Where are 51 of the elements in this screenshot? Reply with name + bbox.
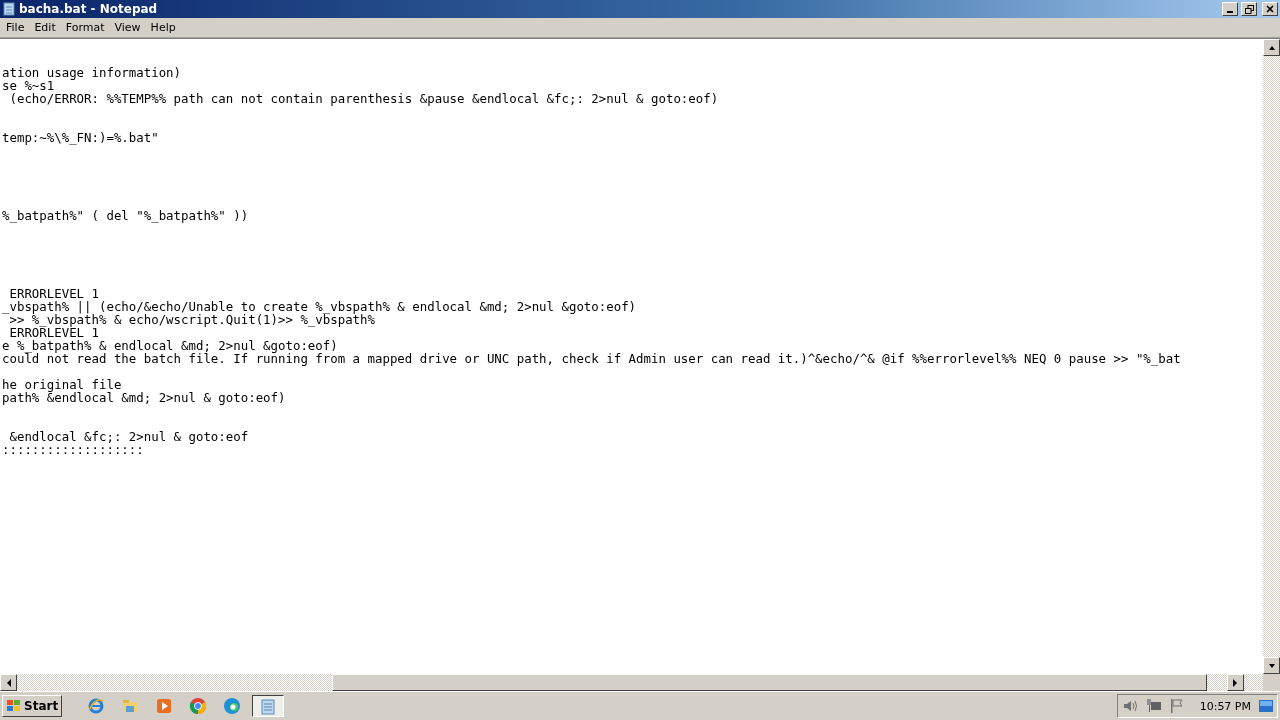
window-title: bacha.bat - Notepad xyxy=(19,2,159,16)
minimize-button[interactable] xyxy=(1222,2,1238,16)
notepad-icon xyxy=(259,697,278,715)
start-button[interactable]: Start xyxy=(2,695,63,717)
code-line: %_batpath%" ( del "%_batpath%" )) xyxy=(1,209,250,222)
menu-item[interactable]: Edit xyxy=(29,21,61,34)
code-line: ERRORLEVEL 1 xyxy=(8,287,100,300)
left-arrow-icon xyxy=(5,678,12,687)
menu-item[interactable]: Help xyxy=(145,21,181,34)
close-icon xyxy=(1266,5,1274,13)
code-line: _vbspath% || (echo/&echo/Unable to create %_vbspath% & endlocal &md; 2>nul &goto:eof) xyxy=(1,300,638,313)
scroll-down-button[interactable] xyxy=(1263,657,1280,674)
scroll-right-button[interactable] xyxy=(1226,674,1244,691)
code-line: (echo/ERROR: %%TEMP%% path can not contain parenthesis &pause &endlocal &fc;: 2>nul & goto:eof) xyxy=(8,92,720,105)
code-line: could not read the batch file. If running from a mapped drive or UNC path, check if Admin user can read it.)^&echo/^& @if %%errorlevel%% NEQ 0 pause >> "%_bat xyxy=(1,352,1182,365)
menu-item[interactable]: Format xyxy=(60,21,110,34)
flag-icon[interactable] xyxy=(1169,699,1184,713)
scroll-thumb[interactable] xyxy=(332,674,1207,691)
windows-logo-icon xyxy=(6,699,22,713)
code-line: he original file xyxy=(1,378,122,391)
network-icon[interactable] xyxy=(1145,699,1162,713)
close-button[interactable] xyxy=(1262,2,1278,16)
code-line: &endlocal &fc;: 2>nul & goto:eof xyxy=(8,430,250,443)
horizontal-scrollbar[interactable] xyxy=(0,674,1280,691)
code-line: temp:~%\%_FN:)=%.bat" xyxy=(1,131,160,144)
restore-icon xyxy=(1244,4,1254,14)
scroll-up-button[interactable] xyxy=(1263,39,1280,56)
code-line: >> %_vbspath% & echo/wscript.Quit(1)>> %_vbspath% xyxy=(9,313,375,326)
folder-icon xyxy=(121,697,140,715)
right-arrow-icon xyxy=(1232,678,1238,687)
edge-icon xyxy=(223,697,242,715)
code-line: se %~s1 xyxy=(1,79,55,92)
code-line: ation usage information) xyxy=(1,66,183,79)
restore-button[interactable] xyxy=(1241,2,1257,16)
scroll-left-button[interactable] xyxy=(0,674,17,691)
code-line: path% &endlocal &md; 2>nul & goto:eof) xyxy=(1,391,287,404)
down-arrow-icon xyxy=(1268,661,1275,670)
media-player-icon xyxy=(155,697,174,715)
code-line: ERRORLEVEL 1 xyxy=(8,326,99,339)
chrome-icon xyxy=(189,697,208,715)
clock[interactable]: 10:57 PM xyxy=(1199,699,1251,713)
code-line: e %_batpath% & endlocal &md; 2>nul &goto:eof) xyxy=(1,339,339,352)
menu-item[interactable]: File xyxy=(1,21,30,34)
vertical-scrollbar[interactable] xyxy=(1263,39,1280,674)
browser-e-icon xyxy=(87,697,106,715)
menu-item[interactable]: View xyxy=(109,21,146,34)
notepad-icon xyxy=(2,2,16,16)
speaker-icon[interactable] xyxy=(1121,699,1138,713)
code-line: ::::::::::::::::::: xyxy=(1,443,145,456)
taskbar-button[interactable] xyxy=(252,695,285,717)
show-desktop-icon[interactable] xyxy=(1259,700,1273,712)
